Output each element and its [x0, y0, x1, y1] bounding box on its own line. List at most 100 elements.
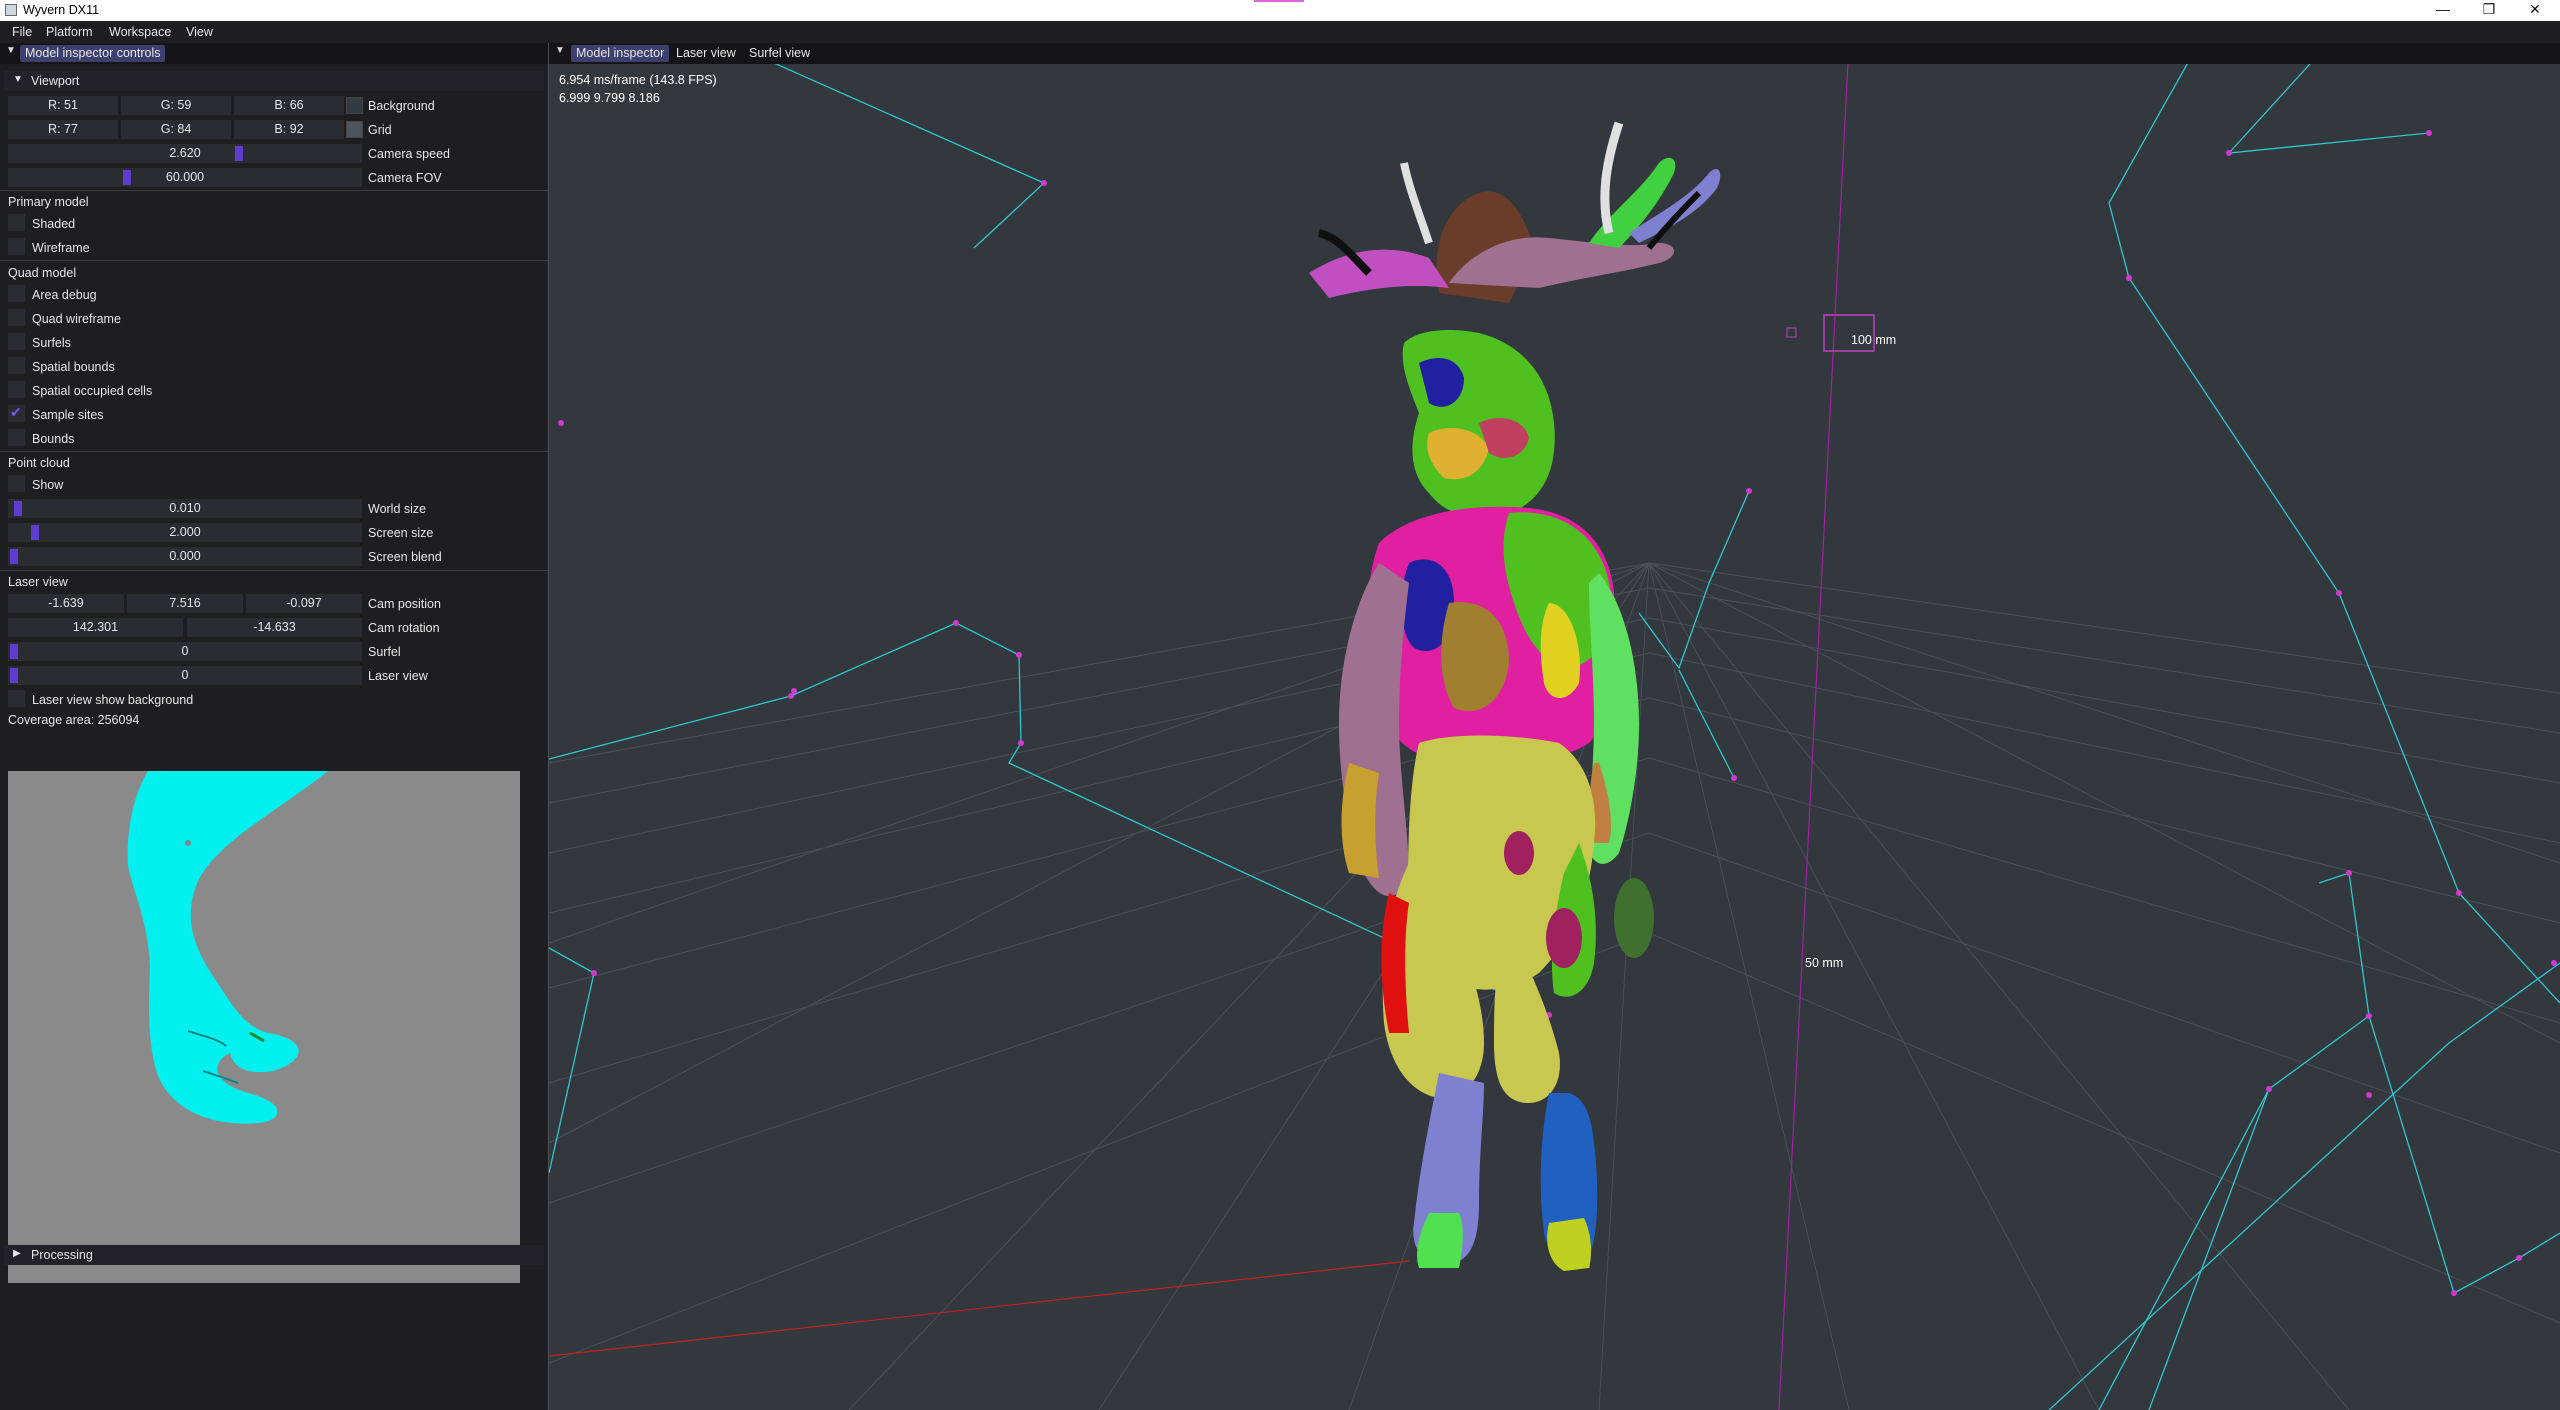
cam-position-x-field[interactable]: -1.639: [8, 594, 124, 613]
grid-g-field[interactable]: G: 84: [121, 120, 231, 139]
surfel-label: Surfel: [368, 645, 401, 659]
bounds-label: Bounds: [32, 432, 75, 446]
slider-grab[interactable]: [123, 170, 131, 185]
surfels-label: Surfels: [32, 336, 71, 350]
grid-b-field[interactable]: B: 92: [234, 120, 344, 139]
laser-view-show-background-label: Laser view show background: [32, 693, 194, 707]
scene-render: [549, 43, 2560, 1410]
menu-workspace[interactable]: Workspace: [109, 25, 171, 39]
wireframe-checkbox[interactable]: [8, 238, 25, 255]
cam-position-z-field[interactable]: -0.097: [246, 594, 362, 613]
3d-viewport[interactable]: ▼ Model inspector Laser view Surfel view…: [549, 43, 2560, 1410]
screen-size-slider[interactable]: 2.000: [8, 523, 362, 542]
slider-grab[interactable]: [14, 501, 22, 516]
grid-label: Grid: [368, 123, 392, 137]
inspector-panel: ▼ Model inspector controls ▼ Viewport R:…: [0, 43, 548, 1410]
cam-rotation-label: Cam rotation: [368, 621, 440, 635]
quad-wireframe-label: Quad wireframe: [32, 312, 121, 326]
camera-fov-label: Camera FOV: [368, 171, 442, 185]
separator: [0, 570, 548, 571]
slider-grab[interactable]: [235, 146, 243, 161]
title-accent: [1254, 0, 1304, 2]
menu-file[interactable]: File: [12, 25, 32, 39]
background-g-field[interactable]: G: 59: [121, 96, 231, 115]
world-size-label: World size: [368, 502, 427, 516]
character-model: [1309, 121, 1721, 1271]
tab-surfel-view[interactable]: Surfel view: [744, 45, 815, 62]
separator: [0, 451, 548, 452]
background-label: Background: [368, 99, 435, 113]
viewport-tab-bar: ▼ Model inspector Laser view Surfel view: [549, 43, 2560, 64]
background-b-field[interactable]: B: 66: [234, 96, 344, 115]
surfel-slider[interactable]: 0: [8, 642, 362, 661]
shaded-label: Shaded: [32, 217, 76, 231]
laser-preview-render: [127, 771, 328, 1124]
wireframe-label: Wireframe: [32, 241, 90, 255]
laser-view-title: Laser view: [8, 575, 68, 589]
world-size-slider[interactable]: 0.010: [8, 499, 362, 518]
camera-fov-slider[interactable]: 60.000: [8, 168, 362, 187]
tab-laser-view[interactable]: Laser view: [671, 45, 741, 62]
cam-rotation-y-field[interactable]: -14.633: [187, 618, 362, 637]
tab-menu-icon[interactable]: ▼: [4, 45, 18, 61]
area-debug-checkbox[interactable]: [8, 285, 25, 302]
background-r-field[interactable]: R: 51: [8, 96, 118, 115]
viewport-tab-menu-icon[interactable]: ▼: [553, 45, 567, 61]
tab-model-inspector-controls[interactable]: Model inspector controls: [20, 45, 166, 62]
tab-model-inspector[interactable]: Model inspector: [571, 45, 670, 62]
separator: [0, 190, 548, 191]
cam-position-label: Cam position: [368, 597, 441, 611]
viewport-section-header[interactable]: ▼ Viewport: [4, 71, 544, 91]
spatial-occupied-cells-checkbox[interactable]: [8, 381, 25, 398]
screen-blend-slider[interactable]: 0.000: [8, 547, 362, 566]
menu-bar: File Platform Workspace View: [0, 21, 2560, 43]
laser-view-show-background-checkbox[interactable]: [8, 690, 25, 707]
expand-arrow-icon: ▶: [13, 1248, 21, 1259]
scale-label-100mm: 100 mm: [1851, 333, 1897, 347]
shaded-checkbox[interactable]: [8, 214, 25, 231]
scale-label-50mm: 50 mm: [1805, 956, 1844, 970]
viewport-section-title: Viewport: [31, 74, 80, 88]
quad-model-title: Quad model: [8, 266, 77, 280]
slider-grab[interactable]: [10, 549, 18, 564]
processing-section-header[interactable]: ▶ Processing: [4, 1245, 544, 1265]
primary-model-title: Primary model: [8, 195, 89, 209]
slider-grab[interactable]: [10, 644, 18, 659]
spatial-bounds-checkbox[interactable]: [8, 357, 25, 374]
slider-grab[interactable]: [31, 525, 39, 540]
quad-wireframe-checkbox[interactable]: [8, 309, 25, 326]
cam-position-y-field[interactable]: 7.516: [127, 594, 243, 613]
sample-sites-label: Sample sites: [32, 408, 104, 422]
spatial-bounds-label: Spatial bounds: [32, 360, 115, 374]
bounds-checkbox[interactable]: [8, 429, 25, 446]
camera-speed-slider[interactable]: 2.620: [8, 144, 362, 163]
menu-view[interactable]: View: [186, 25, 213, 39]
inspector-tab-bar: ▼ Model inspector controls: [0, 43, 548, 64]
slider-grab[interactable]: [10, 668, 18, 683]
screen-size-label: Screen size: [368, 526, 434, 540]
title-bar: Wyvern DX11 — ❐ ✕: [0, 0, 2560, 21]
camera-coordinates: 6.999 9.799 8.186: [559, 91, 660, 105]
background-color-swatch[interactable]: [346, 97, 363, 114]
show-checkbox[interactable]: [8, 475, 25, 492]
spatial-occupied-cells-label: Spatial occupied cells: [32, 384, 153, 398]
surfels-checkbox[interactable]: [8, 333, 25, 350]
camera-speed-label: Camera speed: [368, 147, 450, 161]
separator: [0, 260, 548, 261]
app-icon: [5, 4, 17, 16]
maximize-button[interactable]: ❐: [2466, 0, 2512, 21]
frame-stats: 6.954 ms/frame (143.8 FPS): [559, 73, 717, 87]
minimize-button[interactable]: —: [2420, 0, 2466, 21]
grid-color-swatch[interactable]: [346, 121, 363, 138]
area-debug-label: Area debug: [32, 288, 97, 302]
menu-platform[interactable]: Platform: [46, 25, 93, 39]
close-button[interactable]: ✕: [2512, 0, 2558, 21]
processing-section-title: Processing: [31, 1248, 93, 1262]
grid-r-field[interactable]: R: 77: [8, 120, 118, 139]
screen-blend-label: Screen blend: [368, 550, 442, 564]
laser-view-preview: [8, 771, 520, 1283]
laser-view-slider[interactable]: 0: [8, 666, 362, 685]
collapse-arrow-icon: ▼: [13, 74, 23, 85]
cam-rotation-x-field[interactable]: 142.301: [8, 618, 183, 637]
sample-sites-checkbox[interactable]: [8, 404, 25, 422]
